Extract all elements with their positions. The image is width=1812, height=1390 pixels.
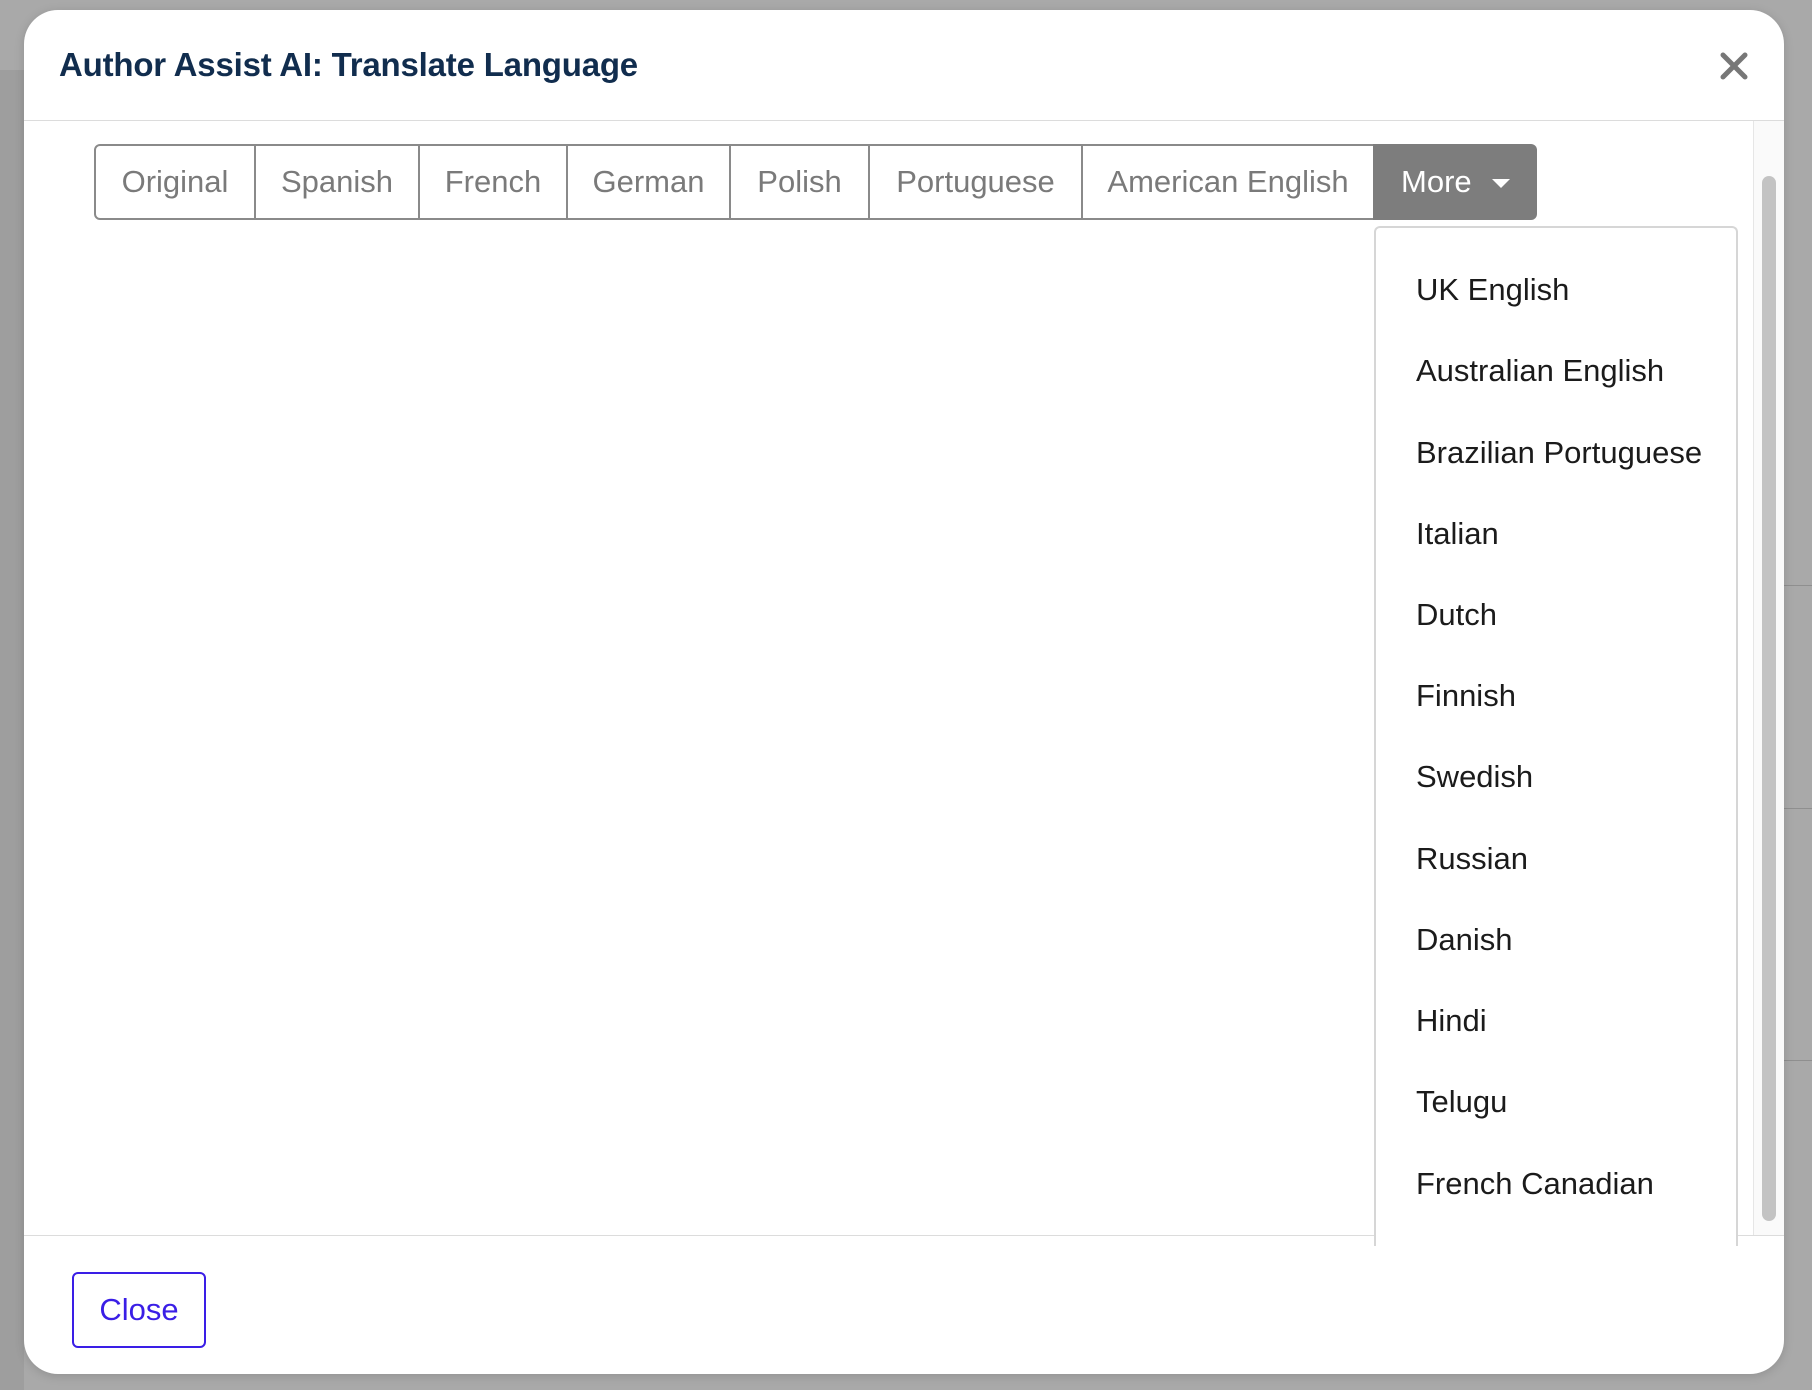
close-button[interactable]: Close	[72, 1272, 206, 1348]
modal-scrollbar[interactable]	[1753, 121, 1784, 1235]
modal-body: Original Spanish French German Polish Po…	[24, 121, 1784, 1246]
menu-item-danish[interactable]: Danish	[1416, 915, 1513, 965]
modal-title: Author Assist AI: Translate Language	[59, 46, 638, 83]
language-tabs: Original Spanish French German Polish Po…	[94, 144, 1537, 220]
caret-down-icon	[1491, 178, 1510, 188]
menu-item-brazilian-portuguese[interactable]: Brazilian Portuguese	[1416, 428, 1702, 478]
tab-polish[interactable]: Polish	[729, 144, 870, 220]
more-label: More	[1401, 164, 1472, 199]
tab-german[interactable]: German	[566, 144, 731, 220]
menu-item-telugu[interactable]: Telugu	[1416, 1077, 1507, 1127]
scrollbar-thumb[interactable]	[1762, 176, 1776, 1221]
menu-item-french-canadian[interactable]: French Canadian	[1416, 1159, 1654, 1209]
tab-spanish[interactable]: Spanish	[254, 144, 420, 220]
backdrop-divider	[1784, 808, 1812, 809]
tab-original[interactable]: Original	[94, 144, 256, 220]
menu-item-australian-english[interactable]: Australian English	[1416, 346, 1664, 396]
translate-modal: Author Assist AI: Translate Language Ori…	[24, 10, 1784, 1374]
menu-item-italian[interactable]: Italian	[1416, 509, 1499, 559]
menu-item-russian[interactable]: Russian	[1416, 834, 1528, 884]
menu-item-finnish[interactable]: Finnish	[1416, 671, 1516, 721]
menu-item-hindi[interactable]: Hindi	[1416, 996, 1487, 1046]
menu-item-dutch[interactable]: Dutch	[1416, 590, 1497, 640]
modal-header: Author Assist AI: Translate Language	[24, 10, 1784, 121]
modal-footer: Close	[24, 1236, 1784, 1374]
tab-american-english[interactable]: American English	[1081, 144, 1375, 220]
backdrop-divider	[1784, 1060, 1812, 1061]
more-dropdown-button[interactable]: More	[1373, 144, 1537, 220]
backdrop-divider	[1784, 585, 1812, 586]
menu-item-swedish[interactable]: Swedish	[1416, 752, 1533, 802]
tab-french[interactable]: French	[418, 144, 568, 220]
tab-portuguese[interactable]: Portuguese	[868, 144, 1083, 220]
backdrop-page-edge	[0, 70, 24, 1390]
menu-item-uk-english[interactable]: UK English	[1416, 265, 1569, 315]
more-languages-menu: UK English Australian English Brazilian …	[1374, 226, 1738, 1246]
close-icon[interactable]	[1714, 46, 1754, 86]
